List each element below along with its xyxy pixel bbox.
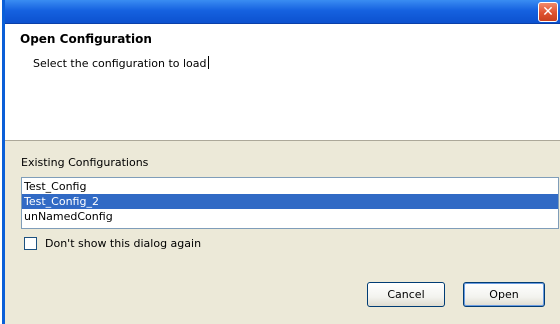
dont-show-option[interactable]: Don't show this dialog again [24, 237, 201, 250]
dont-show-checkbox[interactable] [24, 237, 37, 250]
open-configuration-dialog: ✕ Open Configuration Select the configur… [2, 0, 560, 324]
title-bar[interactable]: ✕ [5, 0, 560, 24]
dialog-message-text: Select the configuration to load [33, 57, 207, 70]
configurations-list[interactable]: Test_Config Test_Config_2 unNamedConfig [21, 177, 559, 229]
dont-show-label: Don't show this dialog again [45, 237, 202, 250]
list-item-unnamed-config[interactable]: unNamedConfig [22, 209, 558, 224]
list-item-test-config[interactable]: Test_Config [22, 179, 558, 194]
list-item-test-config-2[interactable]: Test_Config_2 [22, 194, 558, 209]
close-button[interactable]: ✕ [538, 2, 558, 22]
close-icon: ✕ [542, 4, 554, 20]
text-caret [207, 56, 209, 69]
existing-configurations-label: Existing Configurations [21, 156, 149, 169]
open-button[interactable]: Open [463, 282, 545, 307]
dialog-message: Select the configuration to load [33, 56, 209, 70]
dialog-title: Open Configuration [20, 32, 152, 46]
cancel-button[interactable]: Cancel [367, 282, 445, 307]
